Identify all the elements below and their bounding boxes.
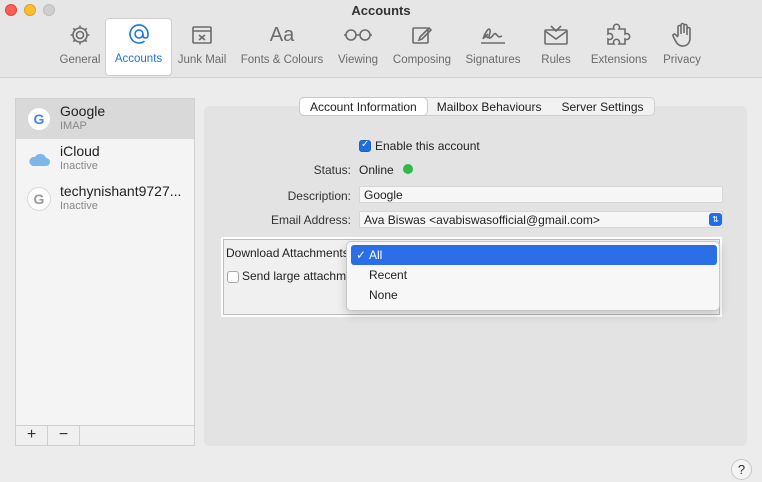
menu-item-label: All [369, 248, 383, 262]
account-item-icloud[interactable]: iCloud Inactive [16, 139, 194, 179]
send-large-attachments-label: Send large attachm [242, 269, 347, 283]
segment-server-settings[interactable]: Server Settings [551, 98, 653, 115]
status-label: Status: [313, 163, 351, 177]
email-address-label: Email Address: [270, 213, 351, 227]
account-item-techynishant[interactable]: G techynishant9727... Inactive [16, 179, 194, 219]
puzzle-icon [607, 23, 631, 45]
tab-label: Accounts [114, 53, 163, 65]
description-label: Description: [287, 189, 351, 203]
tab-label: Rules [541, 54, 571, 66]
account-item-google[interactable]: G Google IMAP [16, 99, 194, 139]
tab-label: Composing [392, 54, 452, 66]
tab-accounts[interactable]: Accounts [105, 18, 172, 76]
online-status-dot [403, 164, 413, 174]
at-sign-icon [128, 24, 149, 44]
glasses-icon [344, 29, 372, 41]
account-name: techynishant9727... [60, 183, 182, 199]
account-name: iCloud [60, 143, 100, 159]
account-status: Inactive [60, 160, 98, 172]
tab-composing[interactable]: Composing [390, 20, 454, 76]
download-attachments-label: Download Attachments [226, 246, 349, 260]
tab-signatures[interactable]: Signatures [462, 20, 524, 76]
hand-icon [672, 22, 691, 47]
remove-account-button[interactable]: − [48, 426, 80, 445]
segment-account-information[interactable]: Account Information [300, 98, 427, 115]
compose-icon [412, 26, 433, 44]
tab-label: Signatures [465, 54, 521, 66]
enable-account-label: Enable this account [375, 139, 480, 153]
google-icon: G [27, 107, 51, 131]
toolbar: Accounts General Accounts Junk Mail Aa F… [0, 0, 762, 78]
junk-tray-icon [192, 26, 212, 44]
download-attachments-menu: ✓ All Recent None [346, 241, 720, 311]
gear-icon [70, 25, 90, 45]
help-button[interactable]: ? [731, 459, 752, 480]
enable-account-checkbox[interactable] [359, 139, 371, 152]
checkmark-icon: ✓ [356, 248, 367, 262]
account-segmented-control: Account Information Mailbox Behaviours S… [299, 97, 655, 116]
menu-item-label: None [369, 288, 398, 302]
accounts-sidebar: G Google IMAP iCloud Inactive G techynis… [15, 98, 195, 446]
tab-junk-mail[interactable]: Junk Mail [176, 20, 228, 76]
tab-extensions[interactable]: Extensions [588, 20, 650, 76]
email-address-popup[interactable]: Ava Biswas <avabiswasofficial@gmail.com> [359, 211, 723, 228]
font-aa-icon: Aa [269, 23, 295, 46]
tab-label: Extensions [590, 54, 648, 66]
description-field[interactable]: Google [359, 186, 723, 203]
send-large-attachments-checkbox[interactable] [227, 271, 239, 283]
tab-viewing[interactable]: Viewing [336, 20, 380, 76]
tab-label: Junk Mail [177, 54, 227, 66]
signature-icon [481, 28, 505, 44]
cloud-icon [27, 147, 51, 171]
chevron-updown-icon: ⇅ [709, 213, 722, 226]
sidebar-footer: + − [16, 425, 194, 445]
segment-mailbox-behaviours[interactable]: Mailbox Behaviours [427, 98, 552, 115]
tab-label: Viewing [337, 54, 379, 66]
tab-label: Privacy [663, 54, 701, 66]
menu-item-recent[interactable]: Recent [351, 265, 717, 285]
tab-label: Fonts & Colours [240, 54, 324, 66]
account-name: Google [60, 103, 106, 119]
window-title: Accounts [351, 3, 411, 18]
envelope-rules-icon [544, 25, 568, 45]
menu-item-none[interactable]: None [351, 285, 717, 305]
status-value: Online [359, 163, 394, 177]
menu-item-label: Recent [369, 268, 408, 282]
tab-privacy[interactable]: Privacy [660, 20, 704, 76]
menu-item-all[interactable]: ✓ All [351, 245, 717, 265]
account-status: IMAP [60, 120, 87, 132]
google-icon: G [27, 187, 51, 211]
tab-rules[interactable]: Rules [538, 20, 574, 76]
tab-label: General [59, 54, 101, 66]
tab-general[interactable]: General [58, 20, 102, 76]
tab-fonts-colours[interactable]: Aa Fonts & Colours [238, 20, 326, 76]
add-account-button[interactable]: + [16, 426, 48, 445]
account-status: Inactive [60, 200, 98, 212]
